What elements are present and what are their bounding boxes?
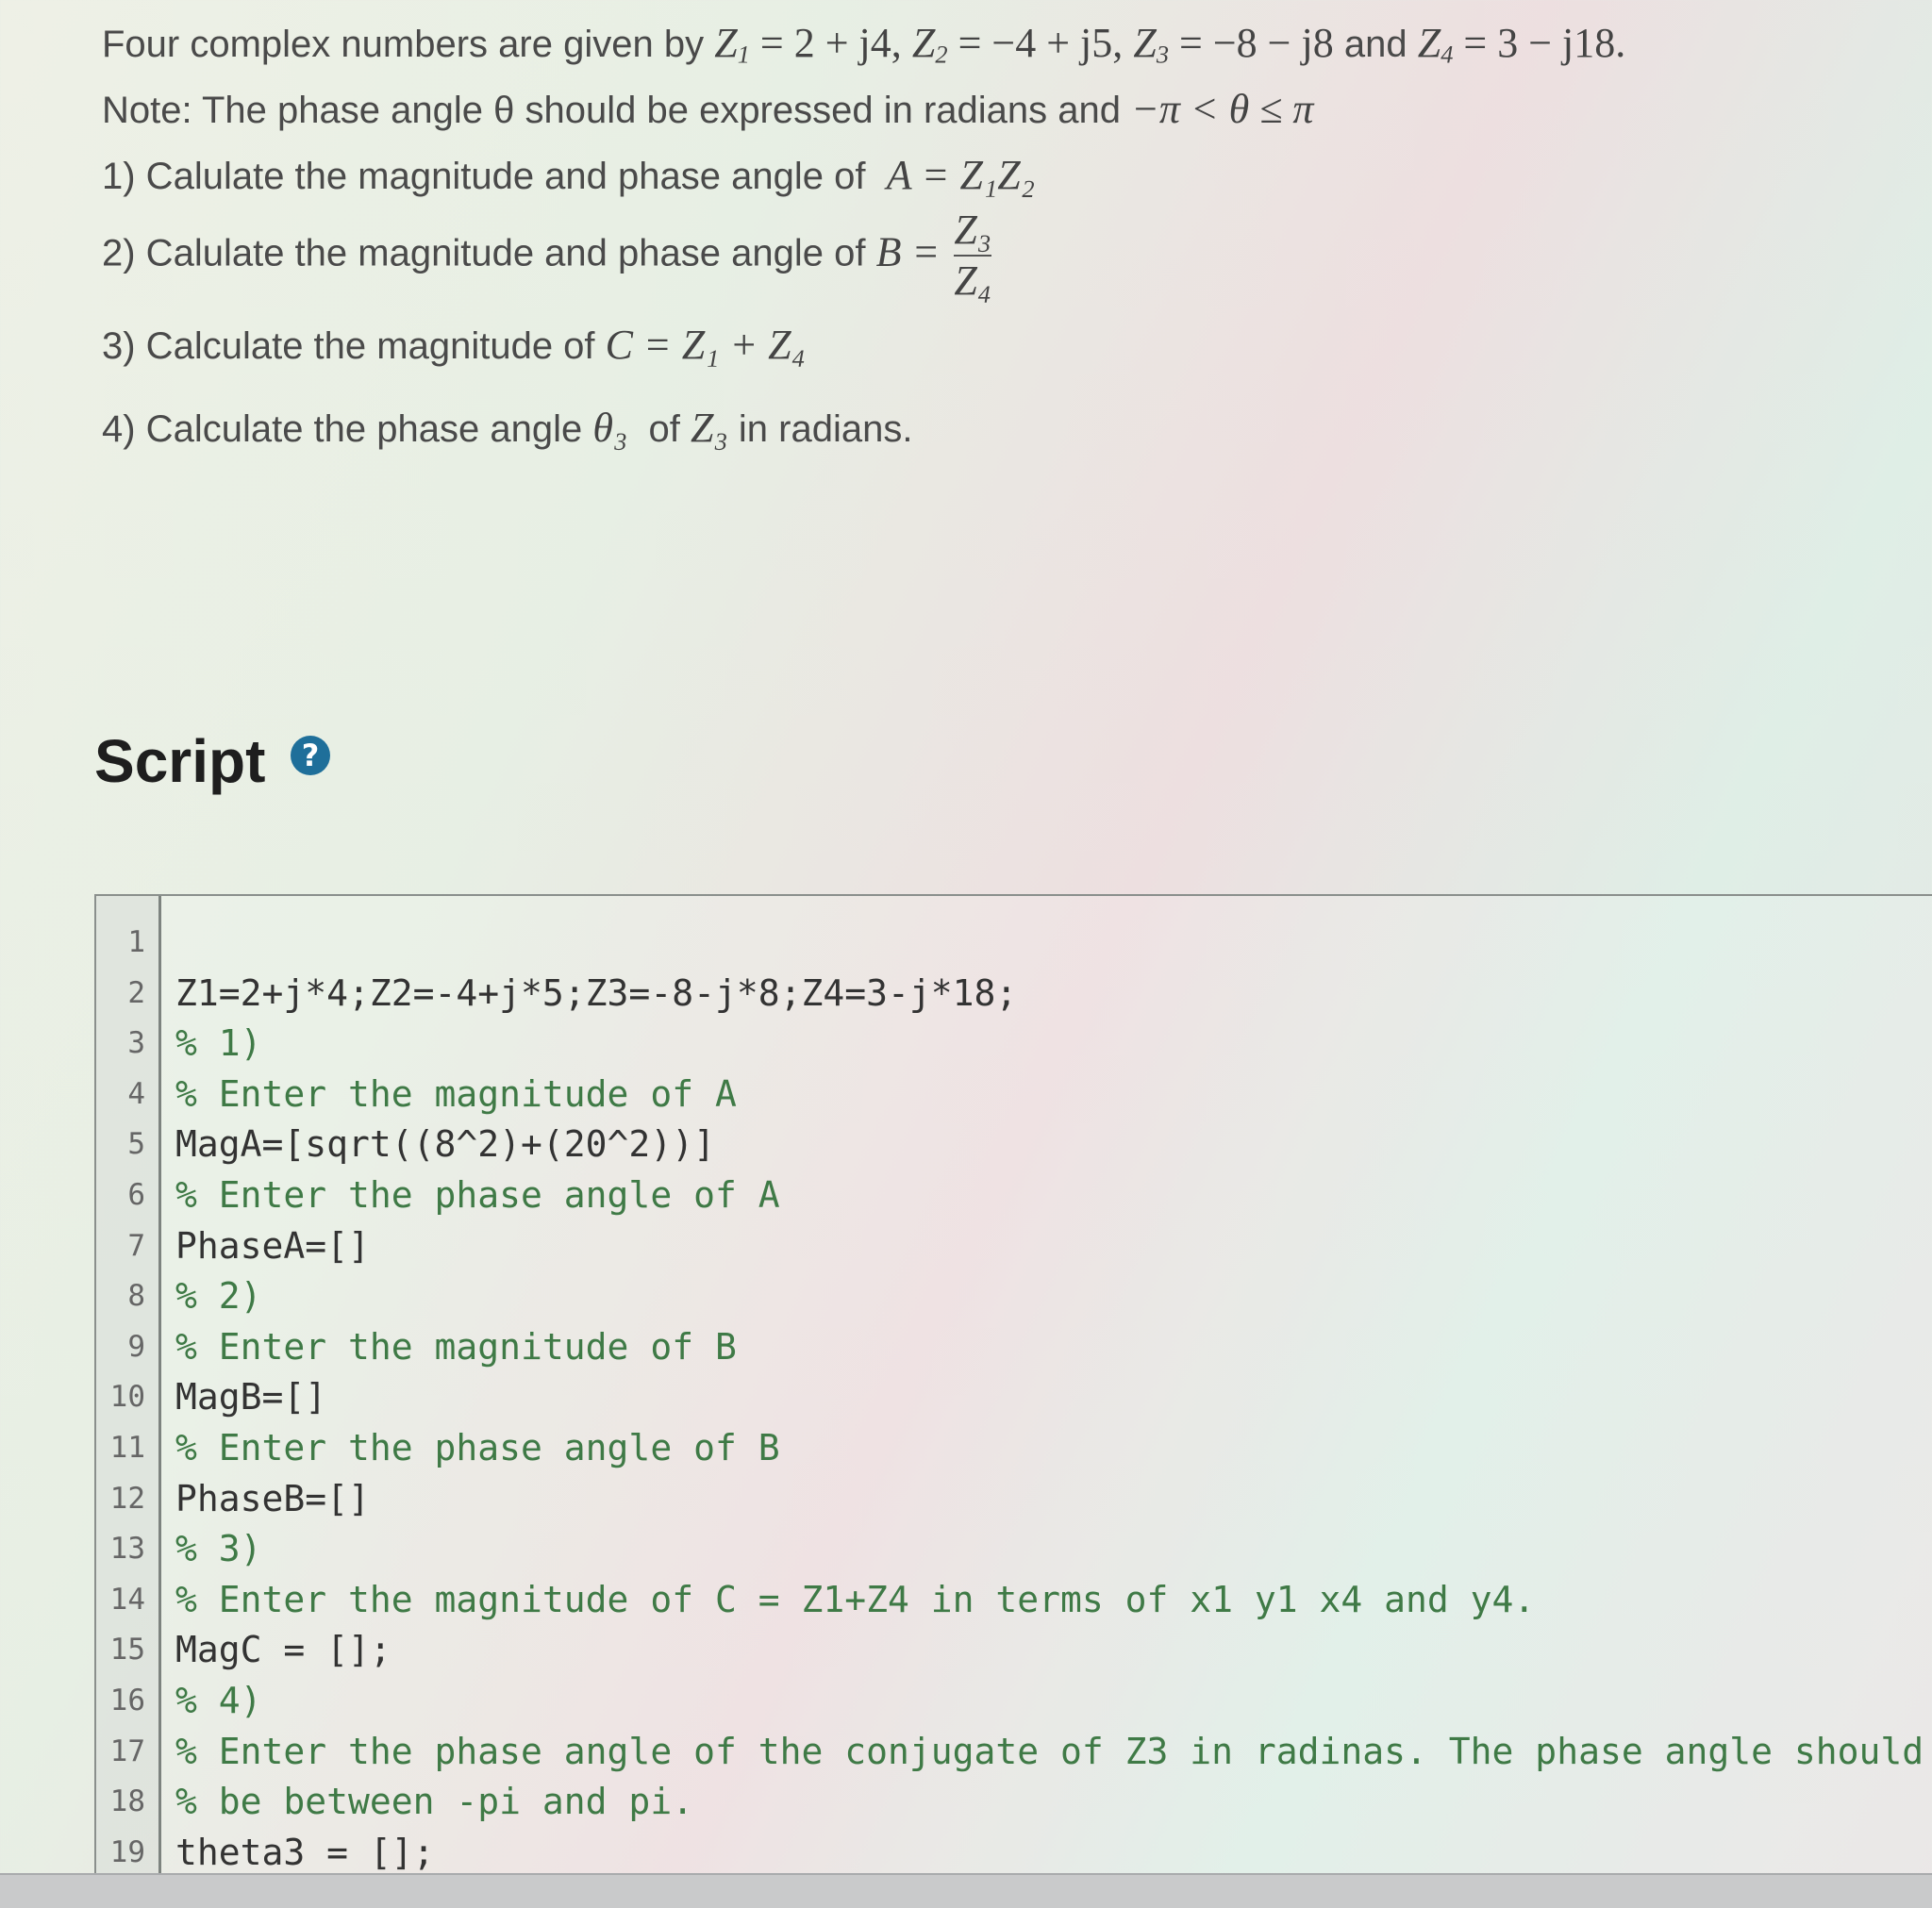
code-line[interactable]: 4 % Enter the magnitude of A bbox=[96, 1069, 1932, 1120]
code-comment[interactable]: % 1) bbox=[175, 1018, 262, 1069]
code-line[interactable]: 9 % Enter the magnitude of B bbox=[96, 1321, 1932, 1372]
code-comment[interactable]: % Enter the magnitude of B bbox=[175, 1321, 737, 1372]
line-number: 14 bbox=[109, 1582, 145, 1617]
line-number: 12 bbox=[109, 1481, 145, 1516]
code-statement[interactable]: PhaseA=[] bbox=[175, 1220, 370, 1271]
code-line[interactable]: 13 % 3) bbox=[96, 1523, 1932, 1574]
line-number: 2 bbox=[127, 975, 145, 1010]
z1-definition: Z1 = 2 + j4, bbox=[714, 20, 902, 69]
code-line[interactable]: 1 bbox=[96, 917, 1932, 968]
phase-note: Note: The phase angle θ should be expres… bbox=[102, 86, 1314, 132]
code-line[interactable]: 19 theta3 = []; bbox=[96, 1827, 1932, 1878]
code-line[interactable]: 7 PhaseA=[] bbox=[96, 1220, 1932, 1271]
line-number: 8 bbox=[127, 1279, 145, 1314]
z4-definition: Z4 = 3 − j18. bbox=[1417, 20, 1626, 69]
line-number: 3 bbox=[127, 1026, 145, 1061]
code-line[interactable]: 3 % 1) bbox=[96, 1018, 1932, 1069]
code-statement[interactable]: MagB=[] bbox=[175, 1371, 326, 1422]
code-line[interactable]: 6 % Enter the phase angle of A bbox=[96, 1170, 1932, 1220]
line-number: 15 bbox=[109, 1633, 145, 1667]
line-number: 10 bbox=[109, 1380, 145, 1415]
code-comment[interactable]: % Enter the phase angle of A bbox=[175, 1170, 780, 1220]
line-number: 9 bbox=[127, 1329, 145, 1364]
z3-definition: Z3 = −8 − j8 bbox=[1133, 20, 1334, 69]
code-comment[interactable]: % 2) bbox=[175, 1270, 262, 1321]
code-line[interactable]: 8 % 2) bbox=[96, 1270, 1932, 1321]
problem-intro: Four complex numbers are given by Z1 = 2… bbox=[102, 20, 1626, 69]
code-comment[interactable]: % Enter the magnitude of C = Z1+Z4 in te… bbox=[175, 1574, 1535, 1625]
code-statement[interactable]: PhaseB=[] bbox=[175, 1473, 370, 1524]
code-line[interactable]: 16 % 4) bbox=[96, 1675, 1932, 1726]
code-comment[interactable]: % be between -pi and pi. bbox=[175, 1776, 693, 1827]
question-4: 4) Calculate the phase angle θ₃ of Z₃ in… bbox=[102, 405, 913, 451]
line-number: 5 bbox=[127, 1127, 145, 1162]
code-statement[interactable]: theta3 = []; bbox=[175, 1827, 435, 1878]
line-number: 11 bbox=[109, 1431, 145, 1465]
fraction-z3-over-z4: Z₃ Z₄ bbox=[954, 207, 992, 304]
line-number: 16 bbox=[109, 1684, 145, 1717]
help-icon[interactable]: ? bbox=[291, 736, 330, 775]
question-3: 3) Calculate the magnitude of C = Z₁ + Z… bbox=[102, 322, 806, 368]
line-number: 13 bbox=[109, 1532, 145, 1567]
line-number: 4 bbox=[127, 1076, 145, 1111]
line-number: 6 bbox=[127, 1178, 145, 1212]
code-editor[interactable]: 1 2 Z1=2+j*4;Z2=-4+j*5;Z3=-8-j*8;Z4=3-j*18… bbox=[94, 894, 1932, 1875]
code-line[interactable]: 5 MagA=[sqrt((8^2)+(20^2))] bbox=[96, 1119, 1932, 1170]
bottom-bar bbox=[0, 1873, 1932, 1908]
code-line[interactable]: 2 Z1=2+j*4;Z2=-4+j*5;Z3=-8-j*8;Z4=3-j*18; bbox=[96, 968, 1932, 1019]
line-number: 17 bbox=[109, 1734, 145, 1768]
code-statement[interactable]: Z1=2+j*4;Z2=-4+j*5;Z3=-8-j*8;Z4=3-j*18; bbox=[175, 968, 1017, 1019]
code-line[interactable]: 10 MagB=[] bbox=[96, 1371, 1932, 1422]
code-comment[interactable]: % Enter the phase angle of B bbox=[175, 1422, 780, 1473]
code-line[interactable]: 11 % Enter the phase angle of B bbox=[96, 1422, 1932, 1473]
script-heading: Script bbox=[94, 727, 266, 795]
code-line[interactable]: 18 % be between -pi and pi. bbox=[96, 1776, 1932, 1827]
question-1: 1) Calulate the magnitude and phase angl… bbox=[102, 152, 1036, 198]
code-comment[interactable]: % 3) bbox=[175, 1523, 262, 1574]
code-statement[interactable]: MagC = []; bbox=[175, 1624, 391, 1675]
code-comment[interactable]: % Enter the phase angle of the conjugate… bbox=[175, 1726, 1924, 1777]
code-line[interactable]: 14 % Enter the magnitude of C = Z1+Z4 in … bbox=[96, 1574, 1932, 1625]
line-number: 18 bbox=[109, 1784, 145, 1819]
z2-definition: Z2 = −4 + j5, bbox=[911, 20, 1124, 69]
question-2: 2) Calulate the magnitude and phase angl… bbox=[102, 207, 992, 304]
code-comment[interactable]: % Enter the magnitude of A bbox=[175, 1069, 737, 1120]
line-number: 1 bbox=[127, 925, 145, 959]
code-statement[interactable]: MagA=[sqrt((8^2)+(20^2))] bbox=[175, 1119, 715, 1170]
line-number: 7 bbox=[127, 1228, 145, 1263]
line-number: 19 bbox=[109, 1834, 145, 1869]
code-line[interactable]: 12 PhaseB=[] bbox=[96, 1473, 1932, 1524]
code-line[interactable]: 17 % Enter the phase angle of the conjuga… bbox=[96, 1726, 1932, 1777]
code-line[interactable]: 15 MagC = []; bbox=[96, 1624, 1932, 1675]
code-comment[interactable]: % 4) bbox=[175, 1675, 262, 1726]
